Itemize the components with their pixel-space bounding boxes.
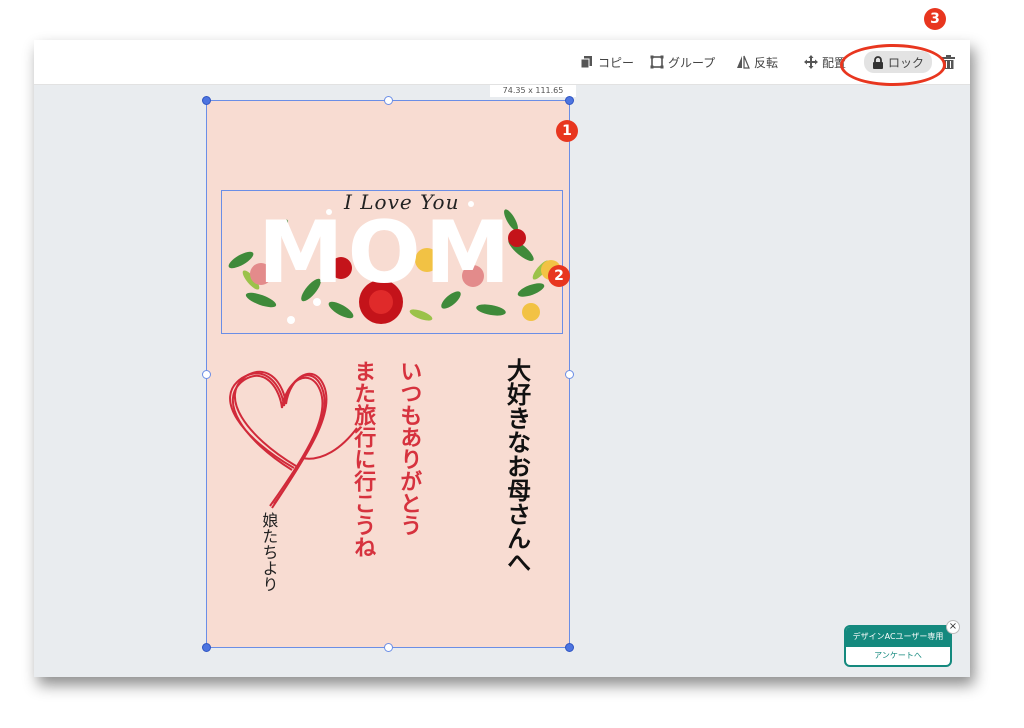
- editor-window: コピー グループ 反転 配置 ロック 74.35 x 111.65 MOM I …: [34, 40, 970, 677]
- dear-mother-text: 大好きなお母さんへ: [502, 358, 531, 574]
- annotation-badge-1: 1: [556, 120, 578, 142]
- group-icon: [650, 55, 664, 69]
- survey-close-button[interactable]: ×: [946, 620, 960, 634]
- resize-handle-bottom-right[interactable]: [565, 643, 574, 652]
- message-line-2: また旅行に行こうね: [350, 360, 376, 558]
- message-line-1: いつもありがとう: [396, 360, 422, 536]
- inner-selection-box[interactable]: [221, 190, 563, 334]
- size-indicator: 74.35 x 111.65: [490, 85, 576, 97]
- resize-handle-right[interactable]: [565, 370, 574, 379]
- from-daughters-text: 娘たちより: [259, 512, 279, 592]
- copy-icon: [580, 56, 592, 69]
- flip-label: 反転: [754, 55, 779, 70]
- resize-handle-top-right[interactable]: [565, 96, 574, 105]
- resize-handle-top-left[interactable]: [202, 96, 211, 105]
- annotation-badge-3: 3: [924, 8, 946, 30]
- copy-label: コピー: [598, 55, 635, 70]
- annotation-badge-2: 2: [548, 265, 570, 287]
- survey-widget[interactable]: デザインACユーザー専用 アンケートへ: [844, 625, 952, 667]
- group-button[interactable]: グループ: [650, 52, 715, 72]
- resize-handle-top[interactable]: [384, 96, 393, 105]
- survey-link[interactable]: アンケートへ: [846, 647, 950, 665]
- flip-icon: [737, 55, 750, 69]
- resize-handle-left[interactable]: [202, 370, 211, 379]
- copy-button[interactable]: コピー: [580, 52, 634, 72]
- heart-doodle: [229, 370, 358, 509]
- resize-handle-bottom[interactable]: [384, 643, 393, 652]
- move-icon: [804, 55, 818, 69]
- flip-button[interactable]: 反転: [736, 52, 778, 72]
- group-label: グループ: [668, 55, 716, 70]
- toolbar: コピー グループ 反転 配置 ロック: [34, 40, 970, 85]
- survey-title: デザインACユーザー専用: [846, 627, 950, 647]
- resize-handle-bottom-left[interactable]: [202, 643, 211, 652]
- lock-highlight-oval: [840, 44, 946, 86]
